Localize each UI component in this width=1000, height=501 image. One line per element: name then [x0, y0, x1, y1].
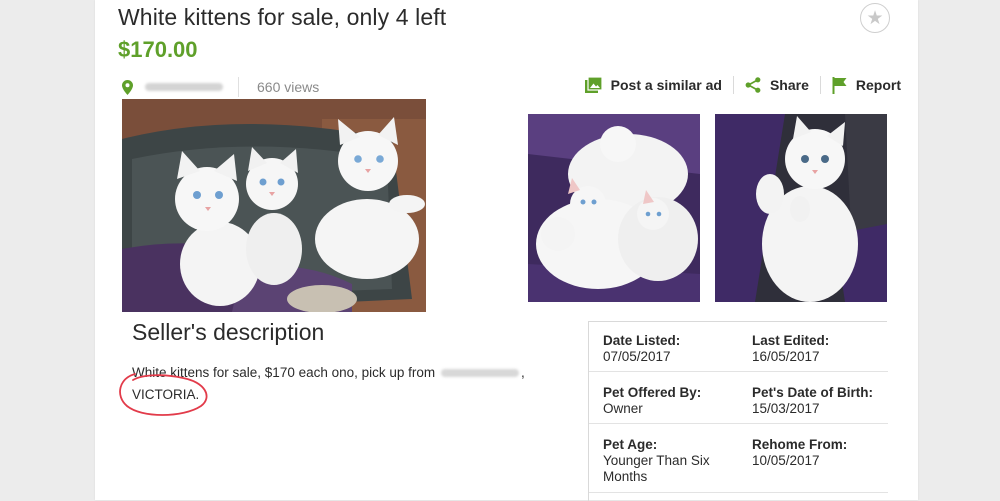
- share-link[interactable]: Share: [745, 77, 809, 93]
- detail-pet-age: Pet Age: Younger Than Six Months: [603, 437, 710, 484]
- listing-photo-thumbnail[interactable]: [528, 114, 700, 302]
- star-icon: ★: [866, 7, 884, 29]
- detail-pet-date-of-birth: Pet's Date of Birth: 15/03/2017: [752, 385, 873, 416]
- flag-icon: [832, 76, 847, 94]
- share-icon: [745, 77, 761, 93]
- location-pin-icon: [122, 79, 133, 95]
- listing-card: White kittens for sale, only 4 left $170…: [95, 0, 918, 501]
- description-text-end: ,: [520, 365, 525, 380]
- detail-rehome-from: Rehome From: 10/05/2017: [752, 437, 848, 468]
- report-label: Report: [855, 77, 901, 93]
- listing-photo-thumbnail[interactable]: [715, 114, 887, 302]
- action-divider: [819, 76, 821, 94]
- detail-row-divider: [589, 423, 888, 424]
- seller-description-heading: Seller's description: [132, 319, 325, 345]
- detail-pet-offered-by: Pet Offered By: Owner: [603, 385, 702, 416]
- post-similar-ad-label: Post a similar ad: [610, 77, 722, 93]
- listing-title: White kittens for sale, only 4 left: [118, 4, 447, 30]
- listing-price: $170.00: [118, 37, 198, 62]
- listing-meta: 660 views: [122, 77, 319, 97]
- report-link[interactable]: Report: [832, 76, 901, 94]
- detail-last-edited: Last Edited: 16/05/2017: [752, 333, 830, 364]
- view-count: 660 views: [257, 79, 320, 95]
- action-divider: [732, 76, 734, 94]
- main-listing-photo[interactable]: [122, 99, 426, 312]
- detail-date-listed: Date Listed: 07/05/2017: [603, 333, 681, 364]
- annotation-circle: [113, 368, 213, 428]
- meta-divider: [238, 77, 239, 97]
- listing-details-panel: Date Listed: 07/05/2017 Last Edited: 16/…: [588, 321, 888, 501]
- detail-row-divider: [589, 371, 888, 372]
- detail-row-divider: [589, 492, 888, 493]
- listing-actions: Post a similar ad Share Report: [584, 75, 901, 95]
- post-similar-ad-link[interactable]: Post a similar ad: [584, 77, 722, 93]
- share-label: Share: [769, 77, 809, 93]
- favourite-button[interactable]: ★: [860, 3, 890, 33]
- location-redacted: [440, 369, 519, 378]
- location-redacted: [145, 83, 223, 91]
- image-gallery-icon: [584, 77, 602, 93]
